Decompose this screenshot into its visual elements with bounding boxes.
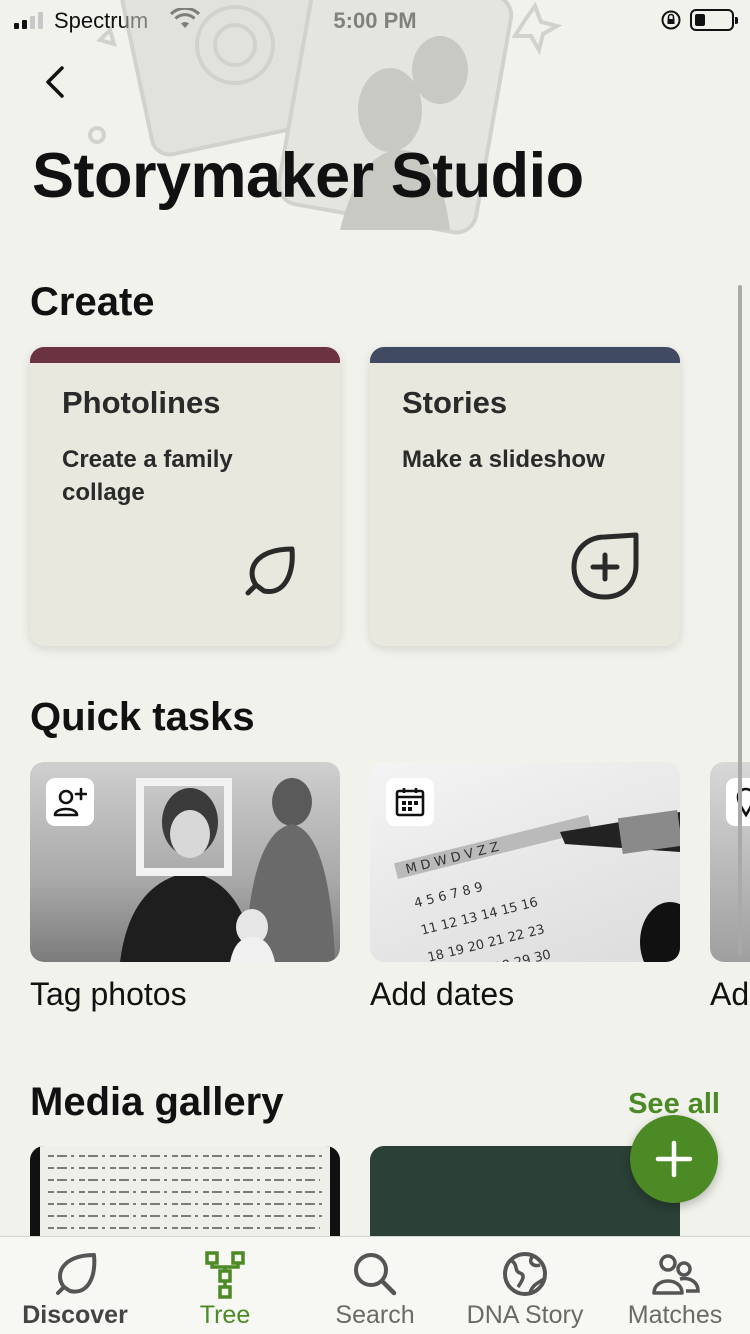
card-accent (370, 347, 680, 363)
rotation-lock-icon (660, 9, 682, 36)
media-gallery-heading: Media gallery (30, 1080, 284, 1124)
add-dates-image: M D W D V Z Z 4 5 6 7 8 9 11 12 13 14 15… (370, 762, 680, 962)
card-subtitle: Make a slideshow (402, 446, 605, 473)
leaf-icon (50, 1249, 100, 1299)
tab-label: Tree (199, 1301, 251, 1329)
task-label: Add dates (370, 976, 515, 1012)
task-label: Tag photos (30, 976, 187, 1012)
tag-person-icon (46, 778, 94, 826)
tab-dna-story[interactable]: DNA Story (450, 1237, 600, 1334)
page-title: Storymaker Studio (32, 141, 584, 211)
card-accent (30, 347, 340, 363)
globe-icon (500, 1249, 550, 1299)
back-button[interactable] (34, 60, 78, 104)
tab-label: Matches (627, 1301, 723, 1329)
photolines-card[interactable]: Photolines Create a family collage (30, 347, 340, 646)
add-story-icon (570, 531, 640, 606)
tab-bar: Discover Tree Search DNA Story Matches (0, 1236, 750, 1334)
create-heading: Create (30, 280, 155, 324)
card-title: Stories (402, 385, 508, 420)
calendar-icon (386, 778, 434, 826)
tab-label: Discover (22, 1301, 128, 1329)
add-button[interactable] (630, 1115, 718, 1203)
quick-tasks-heading: Quick tasks (30, 695, 255, 739)
scrollbar[interactable] (738, 285, 742, 955)
tab-label: Search (335, 1301, 415, 1329)
leaf-icon (240, 541, 300, 606)
card-subtitle: Create a family collage (62, 446, 233, 506)
tab-discover[interactable]: Discover (0, 1237, 150, 1334)
chevron-left-icon (46, 66, 64, 98)
people-icon (650, 1249, 700, 1299)
card-title: Photolines (62, 385, 221, 420)
task-label: Ad (710, 976, 750, 1012)
tab-label: DNA Story (466, 1301, 584, 1329)
svg-text:M D W D V Z Z: M D W D V Z Z (404, 840, 500, 878)
plus-icon (655, 1140, 693, 1178)
tab-tree[interactable]: Tree (150, 1237, 300, 1334)
tag-photos-image (30, 762, 340, 962)
tab-matches[interactable]: Matches (600, 1237, 750, 1334)
svg-text:4 5 6 7 8 9: 4 5 6 7 8 9 (413, 880, 485, 912)
stories-card[interactable]: Stories Make a slideshow (370, 347, 680, 646)
tab-search[interactable]: Search (300, 1237, 450, 1334)
search-icon (350, 1249, 400, 1299)
battery-icon (690, 9, 738, 31)
add-places-image (710, 762, 750, 962)
tree-icon (200, 1249, 250, 1299)
